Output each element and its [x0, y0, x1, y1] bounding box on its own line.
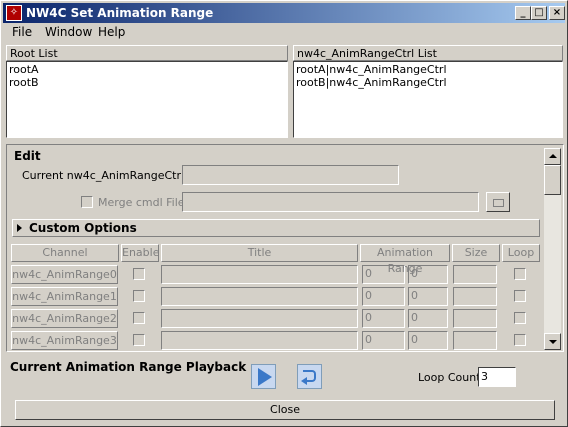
channel-button[interactable]: nw4c_AnimRange1	[11, 287, 118, 306]
title-field[interactable]	[161, 331, 358, 350]
browse-folder-button[interactable]	[486, 192, 510, 212]
expand-arrow-icon	[17, 224, 22, 232]
minimize-button[interactable]: _	[515, 6, 531, 20]
play-icon	[258, 368, 272, 386]
anim-ctrl-list[interactable]: rootA|nw4c_AnimRangeCtrl rootB|nw4c_Anim…	[293, 61, 563, 138]
current-ctrl-label: Current nw4c_AnimRangeCtrl :	[22, 169, 192, 182]
playback-title: Current Animation Range Playback	[10, 360, 247, 374]
column-header-size: Size	[452, 244, 500, 262]
channel-button[interactable]: nw4c_AnimRange3	[11, 331, 118, 350]
list-item[interactable]: rootB|nw4c_AnimRangeCtrl	[296, 76, 560, 89]
title-field[interactable]	[161, 287, 358, 306]
size-field[interactable]	[453, 331, 497, 350]
size-field[interactable]	[453, 309, 497, 328]
root-list-header: Root List	[6, 45, 288, 61]
loop-count-label: Loop Count	[418, 371, 481, 384]
menu-bar: File Window Help	[3, 23, 565, 41]
edit-panel: Edit Current nw4c_AnimRangeCtrl : Merge …	[6, 144, 564, 352]
close-button[interactable]: Close	[15, 400, 555, 420]
scroll-thumb[interactable]	[544, 165, 561, 195]
enable-checkbox[interactable]	[133, 290, 145, 302]
merge-cmdl-checkbox[interactable]	[81, 196, 93, 208]
range-start-field[interactable]: 0	[362, 309, 405, 328]
title-field[interactable]	[161, 265, 358, 284]
enable-checkbox[interactable]	[133, 334, 145, 346]
channel-button[interactable]: nw4c_AnimRange0	[11, 265, 118, 284]
range-end-field[interactable]: 0	[408, 287, 448, 306]
root-list[interactable]: rootA rootB	[6, 61, 288, 138]
range-end-field[interactable]: 0	[408, 265, 448, 284]
window-title: NW4C Set Animation Range	[26, 6, 214, 20]
menu-help[interactable]: Help	[98, 25, 125, 39]
loop-arrow-icon	[301, 377, 307, 385]
title-field[interactable]	[161, 309, 358, 328]
anim-ctrl-list-header: nw4c_AnimRangeCtrl List	[293, 45, 563, 61]
current-ctrl-field[interactable]	[182, 165, 399, 185]
enable-checkbox[interactable]	[133, 312, 145, 324]
custom-options-label: Custom Options	[29, 221, 137, 235]
list-item[interactable]: rootB	[9, 76, 285, 89]
menu-window[interactable]: Window	[45, 25, 92, 39]
column-header-enable: Enable	[121, 244, 159, 262]
play-button[interactable]	[251, 364, 276, 389]
title-bar[interactable]: ✧ NW4C Set Animation Range _ □ ×	[3, 3, 565, 23]
channel-button[interactable]: nw4c_AnimRange2	[11, 309, 118, 328]
range-start-field[interactable]: 0	[362, 331, 405, 350]
loop-checkbox[interactable]	[514, 268, 526, 280]
loop-checkbox[interactable]	[514, 290, 526, 302]
menu-file[interactable]: File	[12, 25, 32, 39]
arrow-up-icon	[549, 154, 557, 158]
size-field[interactable]	[453, 265, 497, 284]
loop-count-input[interactable]: 3	[478, 367, 516, 387]
maximize-button[interactable]: □	[531, 6, 547, 20]
arrow-down-icon	[549, 340, 557, 344]
scroll-down-button[interactable]	[544, 333, 561, 350]
enable-checkbox[interactable]	[133, 268, 145, 280]
column-header-channel: Channel	[11, 244, 119, 262]
merge-cmdl-label: Merge cmdl File	[98, 196, 185, 209]
loop-checkbox[interactable]	[514, 312, 526, 324]
scroll-up-button[interactable]	[544, 148, 561, 165]
app-window: ✧ NW4C Set Animation Range _ □ × File Wi…	[0, 0, 568, 427]
column-header-title: Title	[161, 244, 358, 262]
column-header-animation-range: Animation Range	[360, 244, 450, 275]
custom-options-toggle[interactable]: Custom Options	[12, 219, 540, 237]
size-field[interactable]	[453, 287, 497, 306]
range-start-field[interactable]: 0	[362, 287, 405, 306]
loop-checkbox[interactable]	[514, 334, 526, 346]
folder-icon	[493, 199, 504, 207]
range-end-field[interactable]: 0	[408, 331, 448, 350]
range-end-field[interactable]: 0	[408, 309, 448, 328]
list-item[interactable]: rootA|nw4c_AnimRangeCtrl	[296, 63, 560, 76]
app-icon: ✧	[6, 5, 22, 21]
loop-play-button[interactable]	[297, 364, 322, 389]
merge-cmdl-field[interactable]	[182, 192, 479, 212]
edit-title: Edit	[14, 149, 41, 163]
edit-scrollbar[interactable]	[544, 148, 561, 350]
range-start-field[interactable]: 0	[362, 265, 405, 284]
list-item[interactable]: rootA	[9, 63, 285, 76]
close-window-button[interactable]: ×	[549, 6, 565, 20]
column-header-loop: Loop	[502, 244, 540, 262]
